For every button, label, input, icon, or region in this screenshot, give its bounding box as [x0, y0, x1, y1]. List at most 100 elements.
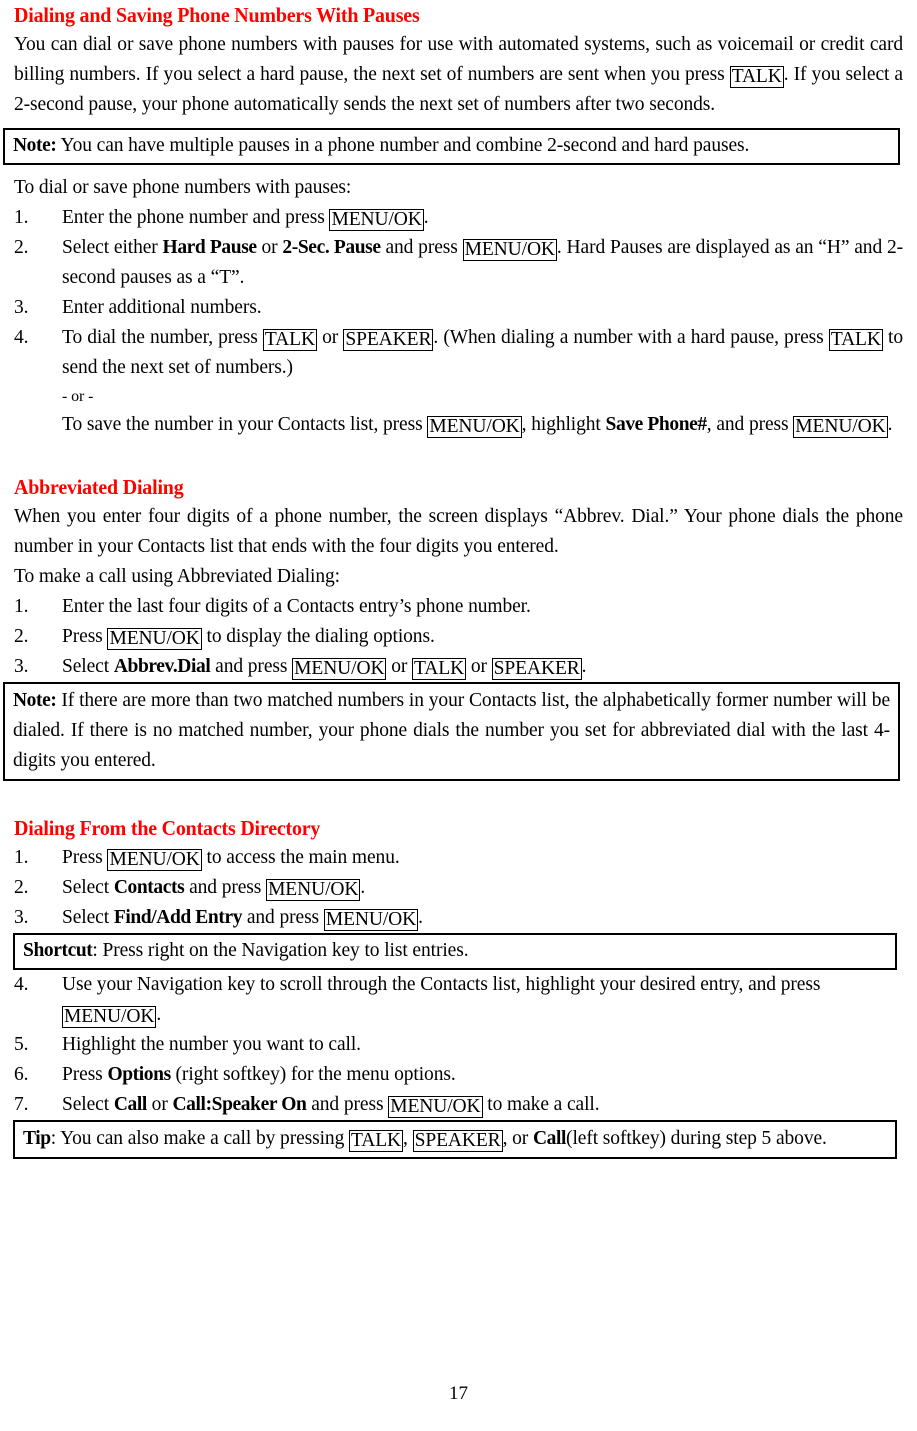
term-hard-pause: Hard Pause [162, 237, 258, 258]
step-substep: To save the number in your Contacts list… [62, 410, 903, 440]
key-menu-ok[interactable]: MENU/OK [329, 209, 424, 231]
step-text-a: To dial the number, press [62, 327, 263, 348]
step-text-b: to access the main menu. [201, 847, 400, 868]
term-options: Options [107, 1064, 171, 1085]
step-text-b: and press [184, 877, 267, 898]
step-item: 3. Select Find/Add Entry and press MENU/O… [14, 903, 903, 933]
step-text-a: Select either [62, 237, 163, 258]
step-number: 2. [14, 237, 29, 258]
step-item: 6. Press Options (right softkey) for the … [14, 1060, 903, 1090]
step-item: 3. Select Abbrev.Dial and press MENU/OK o… [14, 652, 903, 682]
substep-text-c: , and press [706, 414, 794, 435]
intro-paragraph-abbreviated: When you enter four digits of a phone nu… [14, 506, 903, 557]
tip-text-d: (left softkey) during step 5 above. [566, 1128, 827, 1149]
term-call-speaker-on: Call:Speaker On [172, 1094, 307, 1115]
substep-text-b: , highlight [521, 414, 606, 435]
substep-text-d: . [887, 414, 893, 435]
note-text: You can have multiple pauses in a phone … [56, 135, 750, 156]
tip-text-a: : You can also make a call by pressing [50, 1128, 350, 1149]
step-item: 7. Select Call or Call:Speaker On and pre… [14, 1090, 903, 1120]
tip-box-contacts: Tip: You can also make a call by pressin… [13, 1120, 897, 1159]
step-text-b: (right softkey) for the menu options. [170, 1064, 456, 1085]
heading-dialing-saving-pauses: Dialing and Saving Phone Numbers With Pa… [14, 3, 420, 27]
note-label: Note: [13, 690, 57, 711]
step-text-c: . (When dialing a number with a hard pau… [433, 327, 829, 348]
lead-in-pauses: To dial or save phone numbers with pause… [14, 177, 352, 198]
steps-list-contacts-bottom: 4. Use your Navigation key to scroll thro… [14, 970, 903, 1120]
document-page: Dialing and Saving Phone Numbers With Pa… [0, 0, 917, 1431]
step-item: 1. Enter the phone number and press MENU/… [14, 203, 903, 233]
step-text-b: . [423, 207, 429, 228]
heading-abbreviated-dialing: Abbreviated Dialing [14, 475, 184, 499]
step-item: 1. Enter the last four digits of a Contac… [14, 592, 903, 622]
step-item: 3. Enter additional numbers. [14, 293, 903, 323]
key-menu-ok[interactable]: MENU/OK [427, 416, 522, 438]
step-text-b: . [156, 1004, 162, 1025]
key-menu-ok[interactable]: MENU/OK [107, 628, 202, 650]
key-talk[interactable]: TALK [412, 658, 467, 680]
step-number: 4. [14, 974, 29, 995]
step-number: 1. [14, 207, 29, 228]
key-talk[interactable]: TALK [262, 329, 317, 351]
note-box-pauses: Note: You can have multiple pauses in a … [3, 128, 900, 165]
step-item: 2. Select either Hard Pause or 2-Sec. Pau… [14, 233, 903, 293]
step-text-b: and press [210, 656, 293, 677]
step-item: 4. Use your Navigation key to scroll thro… [14, 970, 903, 1030]
step-number: 3. [14, 907, 29, 928]
tip-text-c: , or [502, 1128, 533, 1149]
step-text-a: Select [62, 1094, 114, 1115]
step-number: 3. [14, 297, 29, 318]
key-speaker[interactable]: SPEAKER [343, 329, 434, 351]
step-text-a: Use your Navigation key to scroll throug… [62, 974, 821, 995]
term-call: Call [113, 1094, 147, 1115]
heading-dialing-contacts-directory: Dialing From the Contacts Directory [14, 816, 321, 840]
step-text-a: Press [62, 1064, 108, 1085]
key-talk[interactable]: TALK [729, 66, 784, 88]
key-menu-ok[interactable]: MENU/OK [266, 879, 361, 901]
key-menu-ok[interactable]: MENU/OK [388, 1096, 483, 1118]
term-contacts: Contacts [113, 877, 185, 898]
key-menu-ok[interactable]: MENU/OK [292, 658, 387, 680]
step-text-a: Select [62, 877, 114, 898]
lead-in-abbreviated: To make a call using Abbreviated Dialing… [14, 566, 340, 587]
step-text-b: and press [242, 907, 324, 928]
step-text-b: or [146, 1094, 173, 1115]
note-text: If there are more than two matched numbe… [13, 690, 890, 771]
term-save-phone-number: Save Phone# [605, 414, 708, 435]
shortcut-label: Shortcut [23, 940, 93, 961]
shortcut-box-contacts: Shortcut: Press right on the Navigation … [13, 933, 897, 970]
step-text-b: or [256, 237, 283, 258]
step-text-c: . [418, 907, 423, 928]
term-2-sec-pause: 2-Sec. Pause [282, 237, 381, 258]
steps-list-pauses: 1. Enter the phone number and press MENU/… [14, 203, 903, 440]
tip-text-b: , [403, 1128, 413, 1149]
page-number: 17 [449, 1383, 468, 1404]
step-text-c: and press [306, 1094, 389, 1115]
step-number: 6. [14, 1064, 29, 1085]
substep-text-a: To save the number in your Contacts list… [62, 414, 428, 435]
key-menu-ok[interactable]: MENU/OK [107, 849, 202, 871]
note-label: Note: [13, 135, 57, 156]
note-box-abbreviated: Note: If there are more than two matched… [3, 682, 900, 781]
step-number: 2. [14, 877, 29, 898]
key-menu-ok[interactable]: MENU/OK [62, 1006, 157, 1028]
key-talk[interactable]: TALK [349, 1130, 404, 1152]
step-text-b: to display the dialing options. [201, 626, 435, 647]
step-number: 4. [14, 327, 29, 348]
step-item: 2. Press MENU/OK to display the dialing o… [14, 622, 903, 652]
key-menu-ok[interactable]: MENU/OK [462, 239, 557, 261]
step-text-c: and press [380, 237, 463, 258]
step-item: 5. Highlight the number you want to call. [14, 1030, 903, 1060]
key-talk[interactable]: TALK [828, 329, 883, 351]
key-menu-ok[interactable]: MENU/OK [793, 416, 888, 438]
key-speaker[interactable]: SPEAKER [412, 1130, 503, 1152]
term-abbrev-dial: Abbrev.Dial [113, 656, 211, 677]
step-text-a: Press [62, 847, 108, 868]
key-speaker[interactable]: SPEAKER [491, 658, 582, 680]
key-menu-ok[interactable]: MENU/OK [323, 909, 419, 931]
step-text-a: Enter additional numbers. [62, 297, 262, 318]
or-separator: - or - [62, 388, 94, 405]
